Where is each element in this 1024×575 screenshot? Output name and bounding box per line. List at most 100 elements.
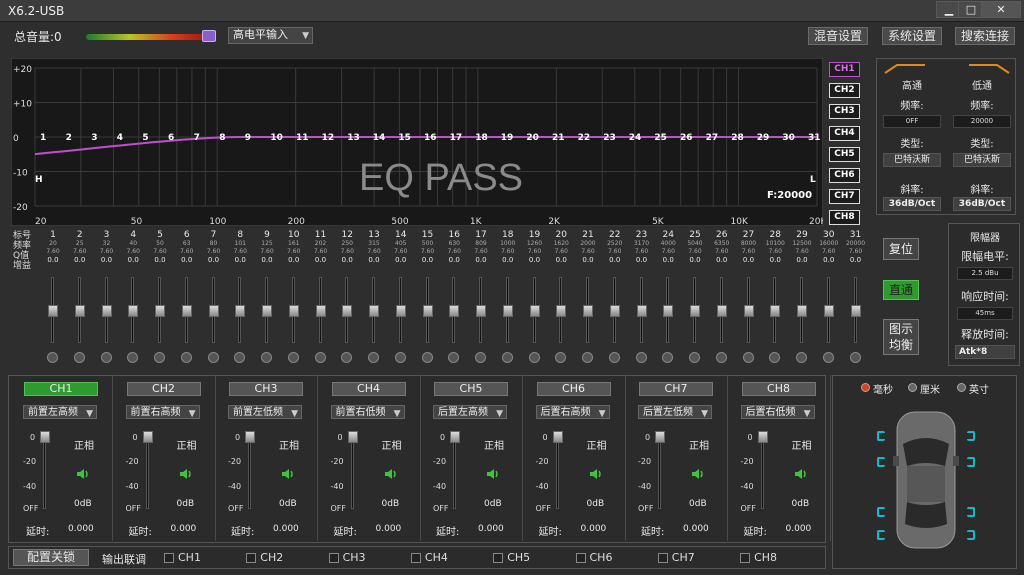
band-frequency[interactable]: 202 bbox=[308, 240, 334, 248]
channel-fader-track[interactable] bbox=[555, 435, 559, 509]
band-gain[interactable]: 0.0 bbox=[254, 256, 280, 265]
band-q[interactable]: 7.60 bbox=[522, 248, 548, 256]
band-slider-thumb[interactable] bbox=[315, 305, 326, 317]
band-slider-thumb[interactable] bbox=[395, 305, 406, 317]
band-slider-thumb[interactable] bbox=[74, 305, 85, 317]
link-checkbox-ch7[interactable] bbox=[657, 553, 668, 563]
band-slider-thumb[interactable] bbox=[583, 305, 593, 317]
band-select-radio[interactable] bbox=[154, 352, 165, 363]
band-gain[interactable]: 0.0 bbox=[468, 256, 494, 265]
band-gain[interactable]: 0.0 bbox=[281, 256, 307, 265]
channel-tag-ch2[interactable]: CH2 bbox=[829, 83, 860, 99]
lowpass-slope-select[interactable]: 36dB/Oct bbox=[953, 197, 1011, 211]
band-frequency[interactable]: 630 bbox=[441, 240, 467, 248]
channel-fader-thumb[interactable] bbox=[347, 431, 358, 443]
band-frequency[interactable]: 1000 bbox=[495, 240, 521, 248]
band-slider-thumb[interactable] bbox=[288, 305, 299, 317]
channel-button[interactable]: CH2 bbox=[126, 382, 201, 396]
band-gain[interactable]: 0.0 bbox=[682, 256, 708, 265]
band-slider-thumb[interactable] bbox=[850, 305, 861, 317]
channel-fader-track[interactable] bbox=[43, 435, 46, 509]
unit-ms-radio[interactable] bbox=[861, 383, 870, 392]
band-frequency[interactable]: 20 bbox=[40, 240, 66, 248]
band-frequency[interactable]: 63 bbox=[174, 240, 200, 248]
phase-label[interactable]: 正相 bbox=[484, 437, 504, 452]
band-q[interactable]: 7.60 bbox=[281, 248, 307, 256]
band-select-radio[interactable] bbox=[261, 352, 272, 363]
band-gain[interactable]: 0.0 bbox=[736, 256, 762, 265]
band-frequency[interactable]: 25 bbox=[67, 240, 93, 248]
band-gain[interactable]: 0.0 bbox=[388, 256, 414, 265]
unit-cm-radio[interactable] bbox=[908, 383, 917, 392]
band-select-radio[interactable] bbox=[582, 352, 593, 363]
band-q[interactable]: 7.60 bbox=[709, 248, 735, 256]
band-select-radio[interactable] bbox=[475, 352, 486, 363]
band-gain[interactable]: 0.0 bbox=[495, 256, 521, 265]
graphic-eq-button[interactable]: 图示 均衡 bbox=[883, 319, 919, 355]
channel-fader-track[interactable] bbox=[248, 435, 251, 509]
speaker-rear-right-woofer-icon[interactable] bbox=[967, 530, 975, 540]
channel-fader-track[interactable] bbox=[658, 435, 661, 509]
band-gain[interactable]: 0.0 bbox=[548, 256, 574, 265]
band-frequency[interactable]: 6350 bbox=[709, 240, 735, 248]
band-q[interactable]: 7.60 bbox=[120, 248, 146, 256]
band-q[interactable]: 7.60 bbox=[762, 248, 788, 256]
channel-fader-track[interactable] bbox=[350, 435, 354, 509]
system-settings-button[interactable]: 系统设置 bbox=[882, 27, 942, 45]
config-lock-button[interactable]: 配置关锁 bbox=[13, 549, 89, 566]
channel-tag-ch5[interactable]: CH5 bbox=[829, 146, 860, 162]
band-slider-thumb[interactable] bbox=[128, 305, 139, 317]
band-select-radio[interactable] bbox=[528, 352, 540, 363]
band-q[interactable]: 7.60 bbox=[655, 248, 681, 256]
band-select-radio[interactable] bbox=[715, 352, 727, 363]
band-gain[interactable]: 0.0 bbox=[227, 256, 253, 265]
band-gain[interactable]: 0.0 bbox=[120, 256, 146, 265]
band-q[interactable]: 7.60 bbox=[174, 248, 200, 256]
channel-fader-track[interactable] bbox=[760, 435, 764, 509]
band-select-radio[interactable] bbox=[608, 352, 620, 363]
delay-value[interactable]: 0.000 bbox=[171, 524, 197, 534]
band-gain[interactable]: 0.0 bbox=[67, 256, 93, 265]
band-slider-thumb[interactable] bbox=[823, 305, 834, 317]
band-q[interactable]: 7.60 bbox=[40, 248, 66, 256]
phase-label[interactable]: 正相 bbox=[279, 437, 299, 452]
phase-label[interactable]: 正相 bbox=[689, 437, 709, 452]
unit-inch-radio[interactable] bbox=[957, 383, 966, 392]
channel-tag-ch8[interactable]: CH8 bbox=[829, 210, 860, 226]
band-gain[interactable]: 0.0 bbox=[762, 256, 788, 265]
band-select-radio[interactable] bbox=[635, 352, 647, 363]
band-select-radio[interactable] bbox=[314, 352, 326, 363]
delay-value[interactable]: 0.000 bbox=[273, 524, 299, 534]
band-frequency[interactable]: 809 bbox=[468, 240, 494, 248]
speaker-volume-icon[interactable] bbox=[589, 466, 603, 480]
band-frequency[interactable]: 1620 bbox=[548, 240, 574, 248]
channel-button[interactable]: CH5 bbox=[434, 382, 508, 396]
link-checkbox-ch1[interactable] bbox=[164, 553, 174, 563]
link-checkbox-ch6[interactable] bbox=[575, 553, 586, 563]
band-q[interactable]: 7.60 bbox=[334, 248, 360, 256]
band-q[interactable]: 7.60 bbox=[441, 248, 467, 256]
channel-position-select[interactable]: 前置右高频 ▼ bbox=[125, 405, 200, 419]
speaker-front-left-tweeter-icon[interactable] bbox=[877, 431, 885, 441]
speaker-front-left-woofer-icon[interactable] bbox=[877, 457, 885, 467]
bypass-button[interactable]: 直通 bbox=[883, 280, 919, 300]
channel-tag-ch6[interactable]: CH6 bbox=[829, 168, 860, 183]
band-frequency[interactable]: 315 bbox=[361, 240, 387, 248]
band-gain[interactable]: 0.0 bbox=[843, 256, 869, 265]
band-gain[interactable]: 0.0 bbox=[361, 256, 387, 265]
band-slider-thumb[interactable] bbox=[556, 305, 567, 317]
channel-button[interactable]: CH7 bbox=[639, 382, 713, 396]
highpass-type-select[interactable]: 巴特沃斯 bbox=[883, 153, 941, 167]
band-frequency[interactable]: 16000 bbox=[816, 240, 842, 248]
band-select-radio[interactable] bbox=[47, 352, 58, 363]
phase-label[interactable]: 正相 bbox=[177, 437, 197, 452]
band-select-radio[interactable] bbox=[555, 352, 567, 363]
band-frequency[interactable]: 250 bbox=[334, 240, 360, 248]
channel-tag-ch3[interactable]: CH3 bbox=[829, 104, 860, 120]
band-q[interactable]: 7.60 bbox=[736, 248, 762, 256]
speaker-volume-icon[interactable] bbox=[486, 466, 500, 480]
band-q[interactable]: 7.60 bbox=[415, 248, 441, 256]
delay-value[interactable]: 0.000 bbox=[683, 524, 709, 534]
band-slider-thumb[interactable] bbox=[449, 305, 460, 317]
band-select-radio[interactable] bbox=[822, 352, 834, 363]
